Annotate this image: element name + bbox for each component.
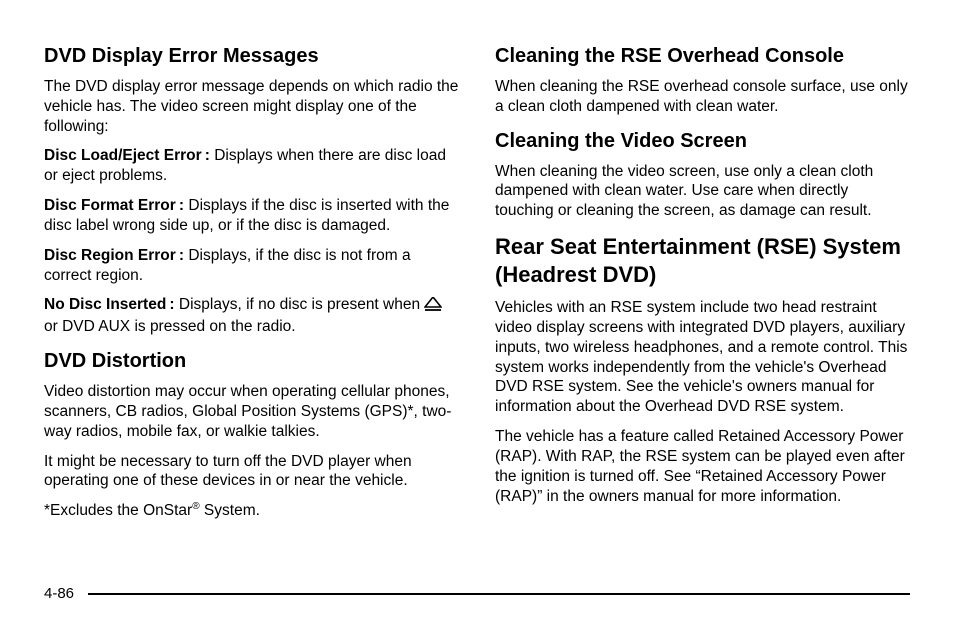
- page-number: 4-86: [44, 585, 74, 602]
- heading-clean-console: Cleaning the RSE Overhead Console: [495, 44, 910, 69]
- footnote-b: System.: [200, 502, 260, 519]
- error-item-no-disc: No Disc Inserted : Displays, if no disc …: [44, 295, 459, 337]
- heading-rse-headrest: Rear Seat Entertainment (RSE) System (He…: [495, 233, 910, 288]
- distortion-paragraph-2: It might be necessary to turn off the DV…: [44, 452, 459, 492]
- error-label: Disc Load/Eject Error :: [44, 147, 210, 164]
- footer-rule: [88, 593, 910, 595]
- registered-mark: ®: [192, 501, 199, 512]
- clean-console-paragraph: When cleaning the RSE overhead console s…: [495, 77, 910, 117]
- distortion-paragraph-1: Video distortion may occur when operatin…: [44, 382, 459, 441]
- heading-dvd-distortion: DVD Distortion: [44, 349, 459, 374]
- rse-paragraph-2: The vehicle has a feature called Retaine…: [495, 427, 910, 506]
- footnote-a: *Excludes the OnStar: [44, 502, 192, 519]
- error-item-disc-format: Disc Format Error : Displays if the disc…: [44, 196, 459, 236]
- error-item-disc-load: Disc Load/Eject Error : Displays when th…: [44, 146, 459, 186]
- error-label: Disc Format Error :: [44, 197, 184, 214]
- error-body-b: or DVD AUX is pressed on the radio.: [44, 318, 296, 335]
- heading-dvd-error-messages: DVD Display Error Messages: [44, 44, 459, 69]
- page-footer: 4-86: [44, 585, 910, 602]
- error-label: Disc Region Error :: [44, 247, 184, 264]
- rse-paragraph-1: Vehicles with an RSE system include two …: [495, 298, 910, 417]
- clean-screen-paragraph: When cleaning the video screen, use only…: [495, 162, 910, 221]
- error-item-disc-region: Disc Region Error : Displays, if the dis…: [44, 246, 459, 286]
- two-column-layout: DVD Display Error Messages The DVD displ…: [44, 44, 910, 533]
- error-label: No Disc Inserted :: [44, 296, 175, 313]
- left-column: DVD Display Error Messages The DVD displ…: [44, 44, 459, 533]
- manual-page: DVD Display Error Messages The DVD displ…: [0, 0, 954, 638]
- distortion-footnote: *Excludes the OnStar® System.: [44, 501, 459, 521]
- eject-icon: [424, 297, 442, 317]
- error-body-a: Displays, if no disc is present when: [175, 296, 425, 313]
- error-intro-paragraph: The DVD display error message depends on…: [44, 77, 459, 136]
- right-column: Cleaning the RSE Overhead Console When c…: [495, 44, 910, 533]
- heading-clean-screen: Cleaning the Video Screen: [495, 129, 910, 154]
